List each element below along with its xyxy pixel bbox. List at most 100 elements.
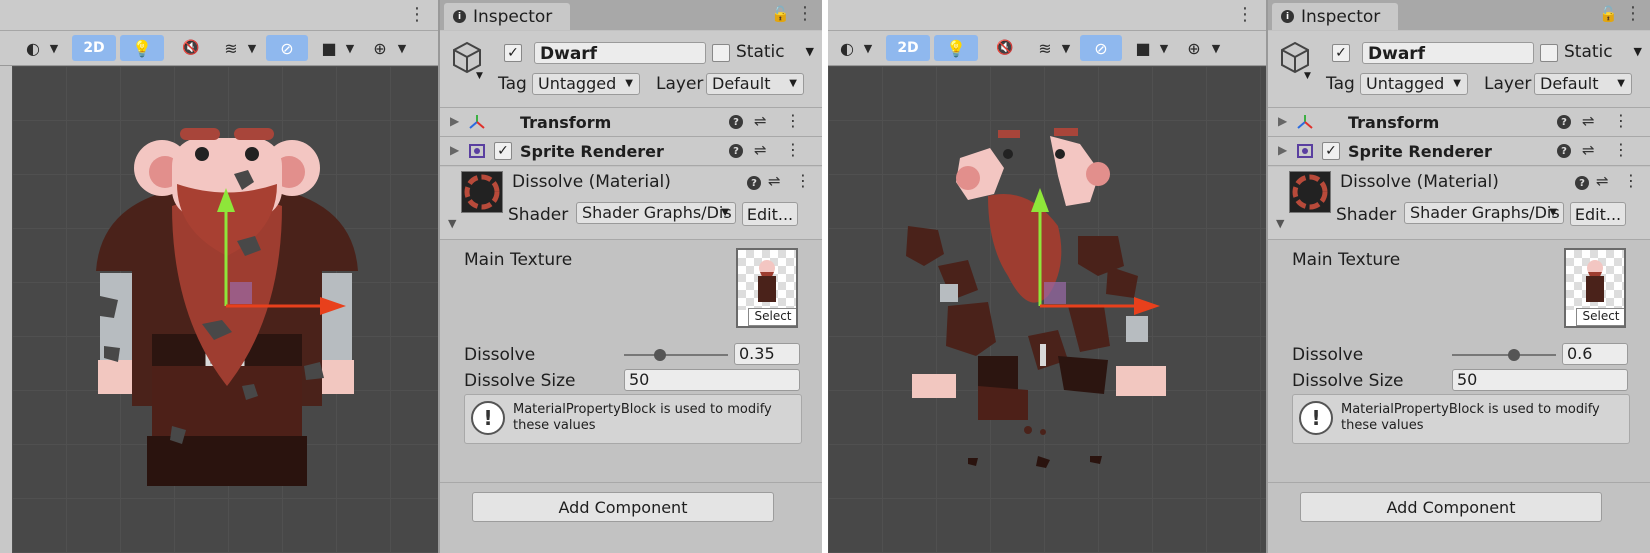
component-menu-icon[interactable]: ⋮: [1623, 171, 1639, 190]
help-icon[interactable]: ?: [1557, 144, 1571, 158]
mode-2d-button[interactable]: 2D: [886, 35, 930, 61]
presets-icon[interactable]: ⇌: [754, 141, 767, 159]
audio-toggle-icon[interactable]: 🔇: [990, 35, 1020, 61]
lighting-toggle-icon[interactable]: 💡: [934, 35, 978, 61]
shading-mode-icon[interactable]: ◐: [20, 35, 46, 61]
dissolve-slider-track[interactable]: [624, 354, 728, 356]
component-menu-icon[interactable]: ⋮: [1613, 111, 1629, 130]
sprite-renderer-enabled-checkbox[interactable]: ✓: [494, 142, 512, 160]
tag-dropdown[interactable]: Untagged ▼: [1360, 73, 1468, 95]
transform-component-header[interactable]: ▶ Transform ? ⇌ ⋮: [440, 108, 822, 137]
layer-dropdown[interactable]: Default ▼: [1534, 73, 1632, 95]
dissolve-value-field[interactable]: 0.35: [734, 343, 800, 365]
main-texture-slot[interactable]: Select: [736, 248, 798, 328]
edit-shader-button[interactable]: Edit...: [742, 202, 798, 226]
shader-dropdown[interactable]: Shader Graphs/Dis ▼: [576, 202, 736, 224]
camera-dropdown-icon[interactable]: ▼: [1156, 35, 1172, 61]
gizmos-dropdown-icon[interactable]: ▼: [394, 35, 410, 61]
scene-viewport[interactable]: [828, 66, 1266, 553]
dissolve-size-field[interactable]: 50: [624, 369, 800, 391]
active-checkbox[interactable]: ✓: [1332, 44, 1350, 62]
lock-icon[interactable]: 🔓: [771, 5, 790, 23]
foldout-arrow-icon[interactable]: ▶: [450, 114, 459, 128]
scene-visibility-icon[interactable]: ⊘: [1080, 35, 1122, 61]
static-dropdown-icon[interactable]: ▼: [1634, 45, 1642, 58]
material-preview-thumbnail[interactable]: [461, 171, 503, 213]
active-checkbox[interactable]: ✓: [504, 44, 522, 62]
gameobject-cube-icon[interactable]: [450, 40, 484, 74]
sprite-renderer-component-header[interactable]: ▶ ✓ Sprite Renderer ? ⇌ ⋮: [440, 137, 822, 166]
static-dropdown-icon[interactable]: ▼: [806, 45, 814, 58]
gizmos-dropdown-icon[interactable]: ▼: [1208, 35, 1224, 61]
dissolve-slider-track[interactable]: [1452, 354, 1556, 356]
gameobject-cube-icon[interactable]: [1278, 40, 1312, 74]
scene-visibility-icon[interactable]: ⊘: [266, 35, 308, 61]
inspector-tab[interactable]: i Inspector: [1272, 3, 1398, 30]
shader-dropdown[interactable]: Shader Graphs/Dis ▼: [1404, 202, 1564, 224]
sprite-renderer-enabled-checkbox[interactable]: ✓: [1322, 142, 1340, 160]
dissolve-size-field[interactable]: 50: [1452, 369, 1628, 391]
foldout-arrow-icon[interactable]: ▶: [1278, 143, 1287, 157]
name-field[interactable]: Dwarf: [1362, 42, 1534, 64]
camera-dropdown-icon[interactable]: ▼: [342, 35, 358, 61]
foldout-arrow-icon[interactable]: ▶: [450, 143, 459, 157]
lock-icon[interactable]: 🔓: [1599, 5, 1618, 23]
select-texture-button[interactable]: Select: [748, 308, 796, 326]
add-component-button[interactable]: Add Component: [1300, 492, 1602, 522]
shading-mode-dropdown-icon[interactable]: ▼: [46, 35, 62, 61]
dwarf-sprite-dissolved[interactable]: [828, 66, 1266, 553]
edit-shader-button[interactable]: Edit...: [1570, 202, 1626, 226]
name-field[interactable]: Dwarf: [534, 42, 706, 64]
dwarf-sprite[interactable]: [12, 66, 438, 553]
icon-dropdown-icon[interactable]: ▼: [1304, 71, 1311, 81]
icon-dropdown-icon[interactable]: ▼: [476, 71, 483, 81]
material-preview-thumbnail[interactable]: [1289, 171, 1331, 213]
help-icon[interactable]: ?: [1575, 176, 1589, 190]
lighting-toggle-icon[interactable]: 💡: [120, 35, 164, 61]
component-menu-icon[interactable]: ⋮: [785, 140, 801, 159]
audio-toggle-icon[interactable]: 🔇: [176, 35, 206, 61]
add-component-button[interactable]: Add Component: [472, 492, 774, 522]
presets-icon[interactable]: ⇌: [1582, 112, 1595, 130]
select-texture-button[interactable]: Select: [1576, 308, 1624, 326]
camera-icon[interactable]: ■: [1132, 35, 1154, 61]
material-foldout-icon[interactable]: ▼: [448, 217, 456, 230]
component-menu-icon[interactable]: ⋮: [1613, 140, 1629, 159]
transform-component-header[interactable]: ▶ Transform ? ⇌ ⋮: [1268, 108, 1650, 137]
mode-2d-button[interactable]: 2D: [72, 35, 116, 61]
help-icon[interactable]: ?: [729, 144, 743, 158]
inspector-menu-icon[interactable]: ⋮: [796, 3, 814, 24]
static-checkbox[interactable]: [712, 44, 730, 62]
camera-icon[interactable]: ■: [318, 35, 340, 61]
presets-icon[interactable]: ⇌: [1582, 141, 1595, 159]
dissolve-value-field[interactable]: 0.6: [1562, 343, 1628, 365]
tag-dropdown[interactable]: Untagged ▼: [532, 73, 640, 95]
effects-icon[interactable]: ≋: [1032, 35, 1058, 61]
scene-menu-icon[interactable]: ⋮: [408, 4, 426, 25]
gizmos-icon[interactable]: ⊕: [368, 35, 392, 61]
presets-icon[interactable]: ⇌: [754, 112, 767, 130]
layer-dropdown[interactable]: Default ▼: [706, 73, 804, 95]
main-texture-slot[interactable]: Select: [1564, 248, 1626, 328]
help-icon[interactable]: ?: [747, 176, 761, 190]
gizmos-icon[interactable]: ⊕: [1182, 35, 1206, 61]
material-foldout-icon[interactable]: ▼: [1276, 217, 1284, 230]
sprite-renderer-component-header[interactable]: ▶ ✓ Sprite Renderer ? ⇌ ⋮: [1268, 137, 1650, 166]
effects-dropdown-icon[interactable]: ▼: [244, 35, 260, 61]
effects-dropdown-icon[interactable]: ▼: [1058, 35, 1074, 61]
inspector-tab[interactable]: i Inspector: [444, 3, 570, 30]
inspector-menu-icon[interactable]: ⋮: [1624, 3, 1642, 24]
foldout-arrow-icon[interactable]: ▶: [1278, 114, 1287, 128]
dissolve-slider-knob[interactable]: [1508, 349, 1521, 361]
scene-viewport[interactable]: [12, 66, 438, 553]
component-menu-icon[interactable]: ⋮: [785, 111, 801, 130]
effects-icon[interactable]: ≋: [218, 35, 244, 61]
shading-mode-icon[interactable]: ◐: [834, 35, 860, 61]
component-menu-icon[interactable]: ⋮: [795, 171, 811, 190]
scene-menu-icon[interactable]: ⋮: [1236, 4, 1254, 25]
presets-icon[interactable]: ⇌: [768, 172, 781, 190]
static-checkbox[interactable]: [1540, 44, 1558, 62]
dissolve-slider-knob[interactable]: [654, 349, 667, 361]
presets-icon[interactable]: ⇌: [1596, 172, 1609, 190]
help-icon[interactable]: ?: [1557, 115, 1571, 129]
